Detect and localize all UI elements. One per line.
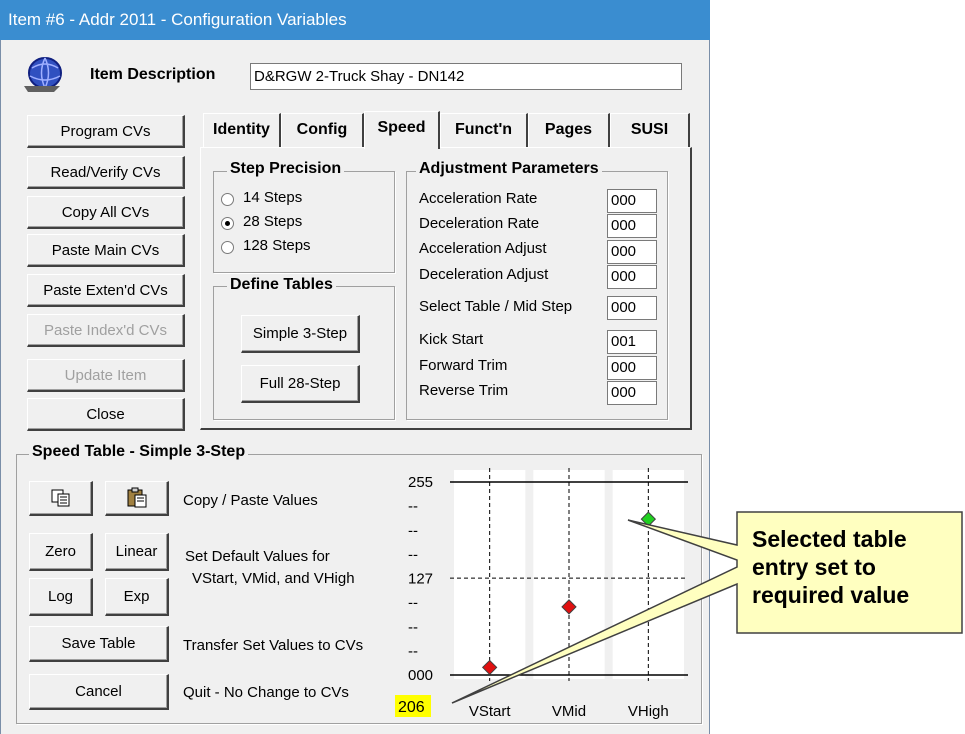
radio-28-steps[interactable] [221,217,234,230]
simple-3-step-button[interactable]: Simple 3-Step [241,315,360,353]
acceleration-adjust-label: Acceleration Adjust [419,240,547,257]
step-precision-label: Step Precision [227,160,345,178]
forward-trim-input[interactable]: 000 [607,356,657,380]
adjustment-parameters-label: Adjustment Parameters [416,160,602,178]
kick-start-label: Kick Start [419,331,484,348]
reverse-trim-input[interactable]: 000 [607,381,657,405]
radio-28-steps-label: 28 Steps [243,213,303,230]
deceleration-adjust-input[interactable]: 000 [607,265,657,289]
radio-14-steps-label: 14 Steps [243,189,303,206]
select-table-mid-step-label: Select Table / Mid Step [419,298,573,315]
callout-line1: Selected table [752,526,907,552]
step-precision-group [213,171,395,273]
select-table-mid-step-input[interactable]: 000 [607,296,657,320]
acceleration-adjust-input[interactable]: 000 [607,240,657,264]
callout-text: Selected table entry set to required val… [752,525,909,609]
acceleration-rate-label: Acceleration Rate [419,190,538,207]
forward-trim-label: Forward Trim [419,357,508,374]
define-tables-label: Define Tables [227,276,336,294]
reverse-trim-label: Reverse Trim [419,382,509,399]
tab-speed[interactable]: Speed [364,111,440,149]
callout-line3: required value [752,582,910,608]
deceleration-rate-input[interactable]: 000 [607,214,657,238]
callout-line2: entry set to [752,554,876,580]
kick-start-input[interactable]: 001 [607,330,657,354]
radio-14-steps[interactable] [221,193,234,206]
deceleration-rate-label: Deceleration Rate [419,215,540,232]
radio-128-steps[interactable] [221,241,234,254]
full-28-step-button[interactable]: Full 28-Step [241,365,360,403]
acceleration-rate-input[interactable]: 000 [607,189,657,213]
radio-128-steps-label: 128 Steps [243,237,311,254]
deceleration-adjust-label: Deceleration Adjust [419,266,549,283]
